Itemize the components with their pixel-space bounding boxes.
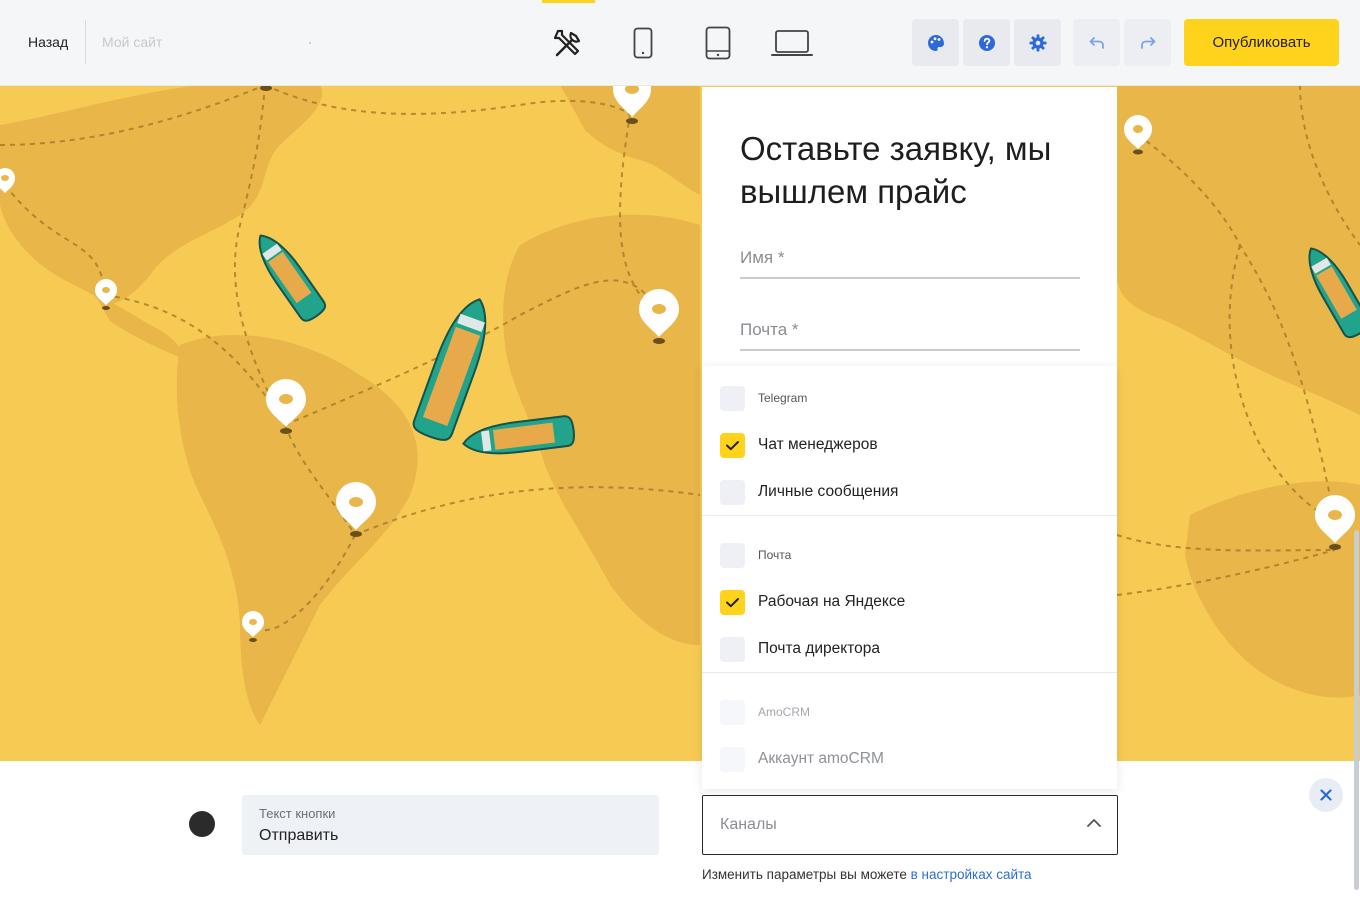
help-button[interactable] (963, 19, 1010, 66)
button-text-label: Текст кнопки (259, 806, 336, 821)
redo-icon (1140, 36, 1155, 49)
tablet-preview-button[interactable] (700, 18, 736, 68)
map-drawing (0, 85, 1360, 725)
close-panel-button[interactable] (1309, 778, 1343, 812)
smartphone-icon (633, 27, 653, 59)
channels-select[interactable]: Каналы (702, 795, 1118, 855)
toolbar-divider (85, 20, 86, 64)
group-label-amocrm: AmoCRM (758, 705, 811, 719)
button-color-swatch[interactable] (189, 811, 215, 837)
toolbar-dot (309, 42, 311, 44)
group-label-mail: Почта (758, 548, 792, 562)
site-name-input[interactable] (102, 28, 322, 56)
top-toolbar: Назад Мой сайт Опубликовать (0, 0, 1360, 85)
palette-button[interactable] (912, 19, 959, 66)
palette-icon (927, 34, 944, 51)
option-checkbox-managers-chat[interactable] (720, 433, 745, 458)
group-divider (702, 515, 1117, 516)
undo-button[interactable] (1073, 19, 1120, 66)
email-input[interactable] (740, 311, 1080, 351)
option-label-yandex-work[interactable]: Рабочая на Яндексе (758, 593, 905, 611)
mobile-preview-button[interactable] (628, 18, 658, 68)
form-title: Оставьте заявку, мы вышлем прайс (740, 130, 1052, 210)
page-scrollbar[interactable] (1354, 530, 1359, 890)
group-checkbox-telegram[interactable] (720, 386, 745, 411)
gear-icon (1029, 34, 1046, 51)
settings-hint: Изменить параметры вы можете в настройка… (702, 867, 1032, 882)
lead-form-card: Оставьте заявку, мы вышлем прайс (702, 87, 1117, 387)
site-settings-link[interactable]: в настройках сайта (911, 867, 1032, 882)
settings-button[interactable] (1014, 19, 1061, 66)
check-icon (726, 441, 739, 451)
group-label-telegram: Telegram (758, 391, 808, 405)
name-input[interactable] (740, 239, 1080, 279)
laptop-icon (771, 30, 813, 56)
option-checkbox-amocrm-account[interactable] (720, 747, 745, 772)
active-device-indicator (542, 0, 595, 3)
email-field[interactable] (740, 311, 1080, 351)
option-checkbox-private-messages[interactable] (720, 480, 745, 505)
channels-select-placeholder: Каналы (720, 816, 777, 833)
button-text-field[interactable]: Текст кнопки (242, 795, 659, 855)
undo-icon (1089, 36, 1104, 49)
back-link[interactable]: Назад (28, 34, 68, 50)
world-map-illustration (0, 85, 1360, 761)
option-label-director-mail[interactable]: Почта директора (758, 640, 880, 658)
option-label-private-messages[interactable]: Личные сообщения (758, 483, 898, 501)
name-field[interactable] (740, 239, 1080, 279)
option-checkbox-yandex-work[interactable] (720, 590, 745, 615)
button-text-input[interactable] (259, 825, 639, 847)
option-label-amocrm-account[interactable]: Аккаунт amoCRM (758, 750, 884, 768)
help-icon (978, 34, 995, 51)
settings-hint-text: Изменить параметры вы можете (702, 867, 911, 882)
option-label-managers-chat[interactable]: Чат менеджеров (758, 436, 878, 454)
redo-button[interactable] (1124, 19, 1171, 66)
group-checkbox-mail[interactable] (720, 543, 745, 568)
tablet-icon (705, 26, 731, 60)
desktop-preview-button[interactable] (768, 18, 816, 68)
close-icon (1320, 789, 1332, 801)
chevron-up-icon (1087, 819, 1101, 827)
tools-icon (553, 29, 581, 57)
tools-mode-button[interactable] (545, 18, 593, 68)
option-checkbox-director-mail[interactable] (720, 637, 745, 662)
check-icon (726, 598, 739, 608)
publish-button[interactable]: Опубликовать (1184, 19, 1339, 66)
group-divider (702, 672, 1117, 673)
button-settings-panel: Текст кнопки Каналы Изменить параметры в… (0, 761, 1360, 905)
channels-dropdown-menu: Telegram Чат менеджеров Личные сообщения… (702, 366, 1117, 789)
group-checkbox-amocrm[interactable] (720, 700, 745, 725)
